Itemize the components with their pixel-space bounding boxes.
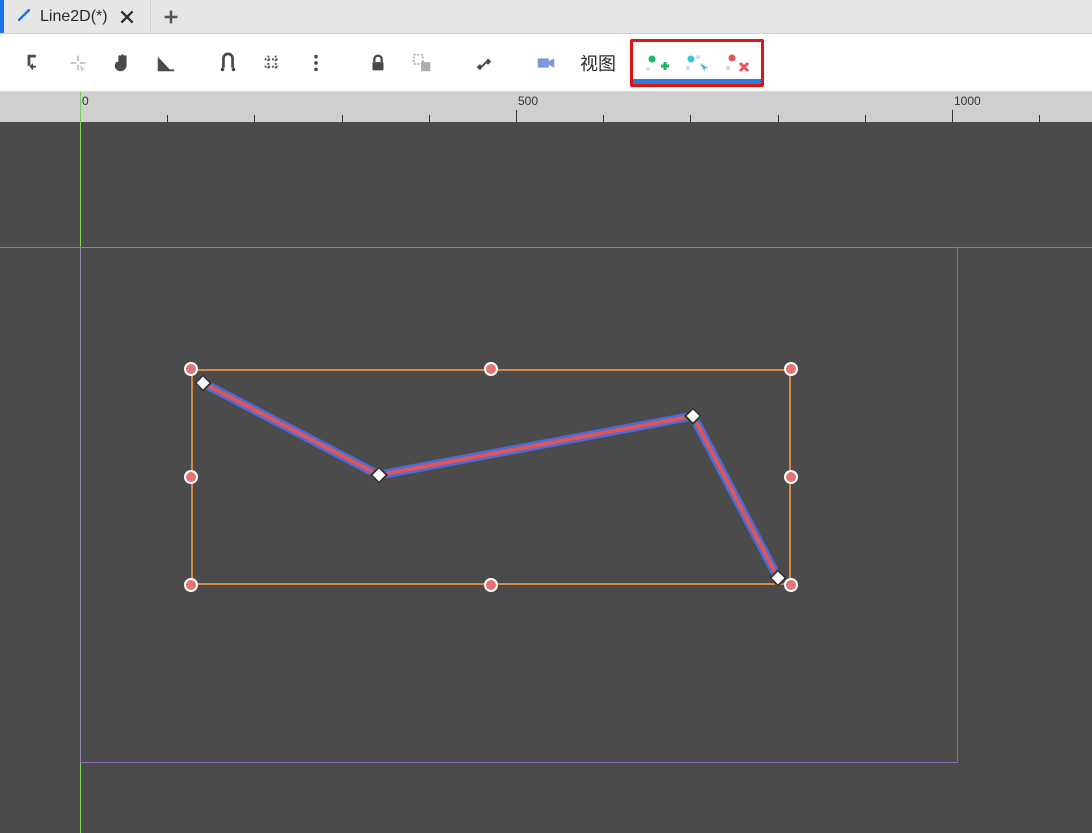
editor-viewport[interactable] [0, 122, 1092, 833]
close-tab-button[interactable] [118, 8, 136, 26]
selection-handle[interactable] [184, 362, 198, 376]
select-tool-button[interactable] [14, 43, 54, 83]
selection-bounding-box[interactable] [191, 369, 791, 585]
pan-hand-button[interactable] [102, 43, 142, 83]
selection-handle[interactable] [784, 470, 798, 484]
scene-tab[interactable]: Line2D(*) [0, 0, 151, 33]
add-tab-button[interactable] [151, 0, 191, 33]
toolbar: 视图 [0, 34, 1092, 92]
ruler-tick-label: 1000 [954, 94, 981, 108]
ruler-tick-minor [1039, 115, 1040, 122]
snap-grid-button[interactable] [252, 43, 292, 83]
selection-handle[interactable] [784, 362, 798, 376]
ruler-tick-minor [865, 115, 866, 122]
ruler-tick-minor [778, 115, 779, 122]
point-tools-underline [633, 79, 761, 84]
selection-handle[interactable] [484, 362, 498, 376]
selection-handle[interactable] [784, 578, 798, 592]
ruler-tick-minor [342, 115, 343, 122]
more-options-button[interactable] [296, 43, 336, 83]
ruler-tick-minor [167, 115, 168, 122]
add-point-button[interactable] [637, 43, 677, 83]
delete-point-button[interactable] [717, 43, 757, 83]
ruler-tick-label: 0 [82, 94, 89, 108]
ruler-origin-line [80, 92, 81, 122]
selection-handle[interactable] [184, 470, 198, 484]
ruler-tool-button[interactable] [146, 43, 186, 83]
bone-button[interactable] [464, 43, 504, 83]
ruler-tick-major [952, 110, 953, 122]
snap-object-button[interactable] [208, 43, 248, 83]
group-select-button[interactable] [402, 43, 442, 83]
tab-bar: Line2D(*) [0, 0, 1092, 34]
selection-handle[interactable] [484, 578, 498, 592]
scene-type-icon [18, 8, 30, 26]
ruler-tick-minor [254, 115, 255, 122]
camera-button[interactable] [526, 43, 566, 83]
view-menu-button[interactable]: 视图 [570, 43, 626, 83]
lock-button[interactable] [358, 43, 398, 83]
move-cursor-button[interactable] [58, 43, 98, 83]
horizontal-ruler: 0 500 1000 [0, 92, 1092, 122]
ruler-tick-major [516, 110, 517, 122]
ruler-tick-minor [603, 115, 604, 122]
view-menu-label: 视图 [580, 50, 616, 76]
selection-handle[interactable] [184, 578, 198, 592]
ruler-tick-minor [690, 115, 691, 122]
scene-tab-title: Line2D(*) [40, 8, 108, 26]
ruler-tick-minor [429, 115, 430, 122]
select-point-button[interactable] [677, 43, 717, 83]
ruler-tick-label: 500 [518, 94, 538, 108]
